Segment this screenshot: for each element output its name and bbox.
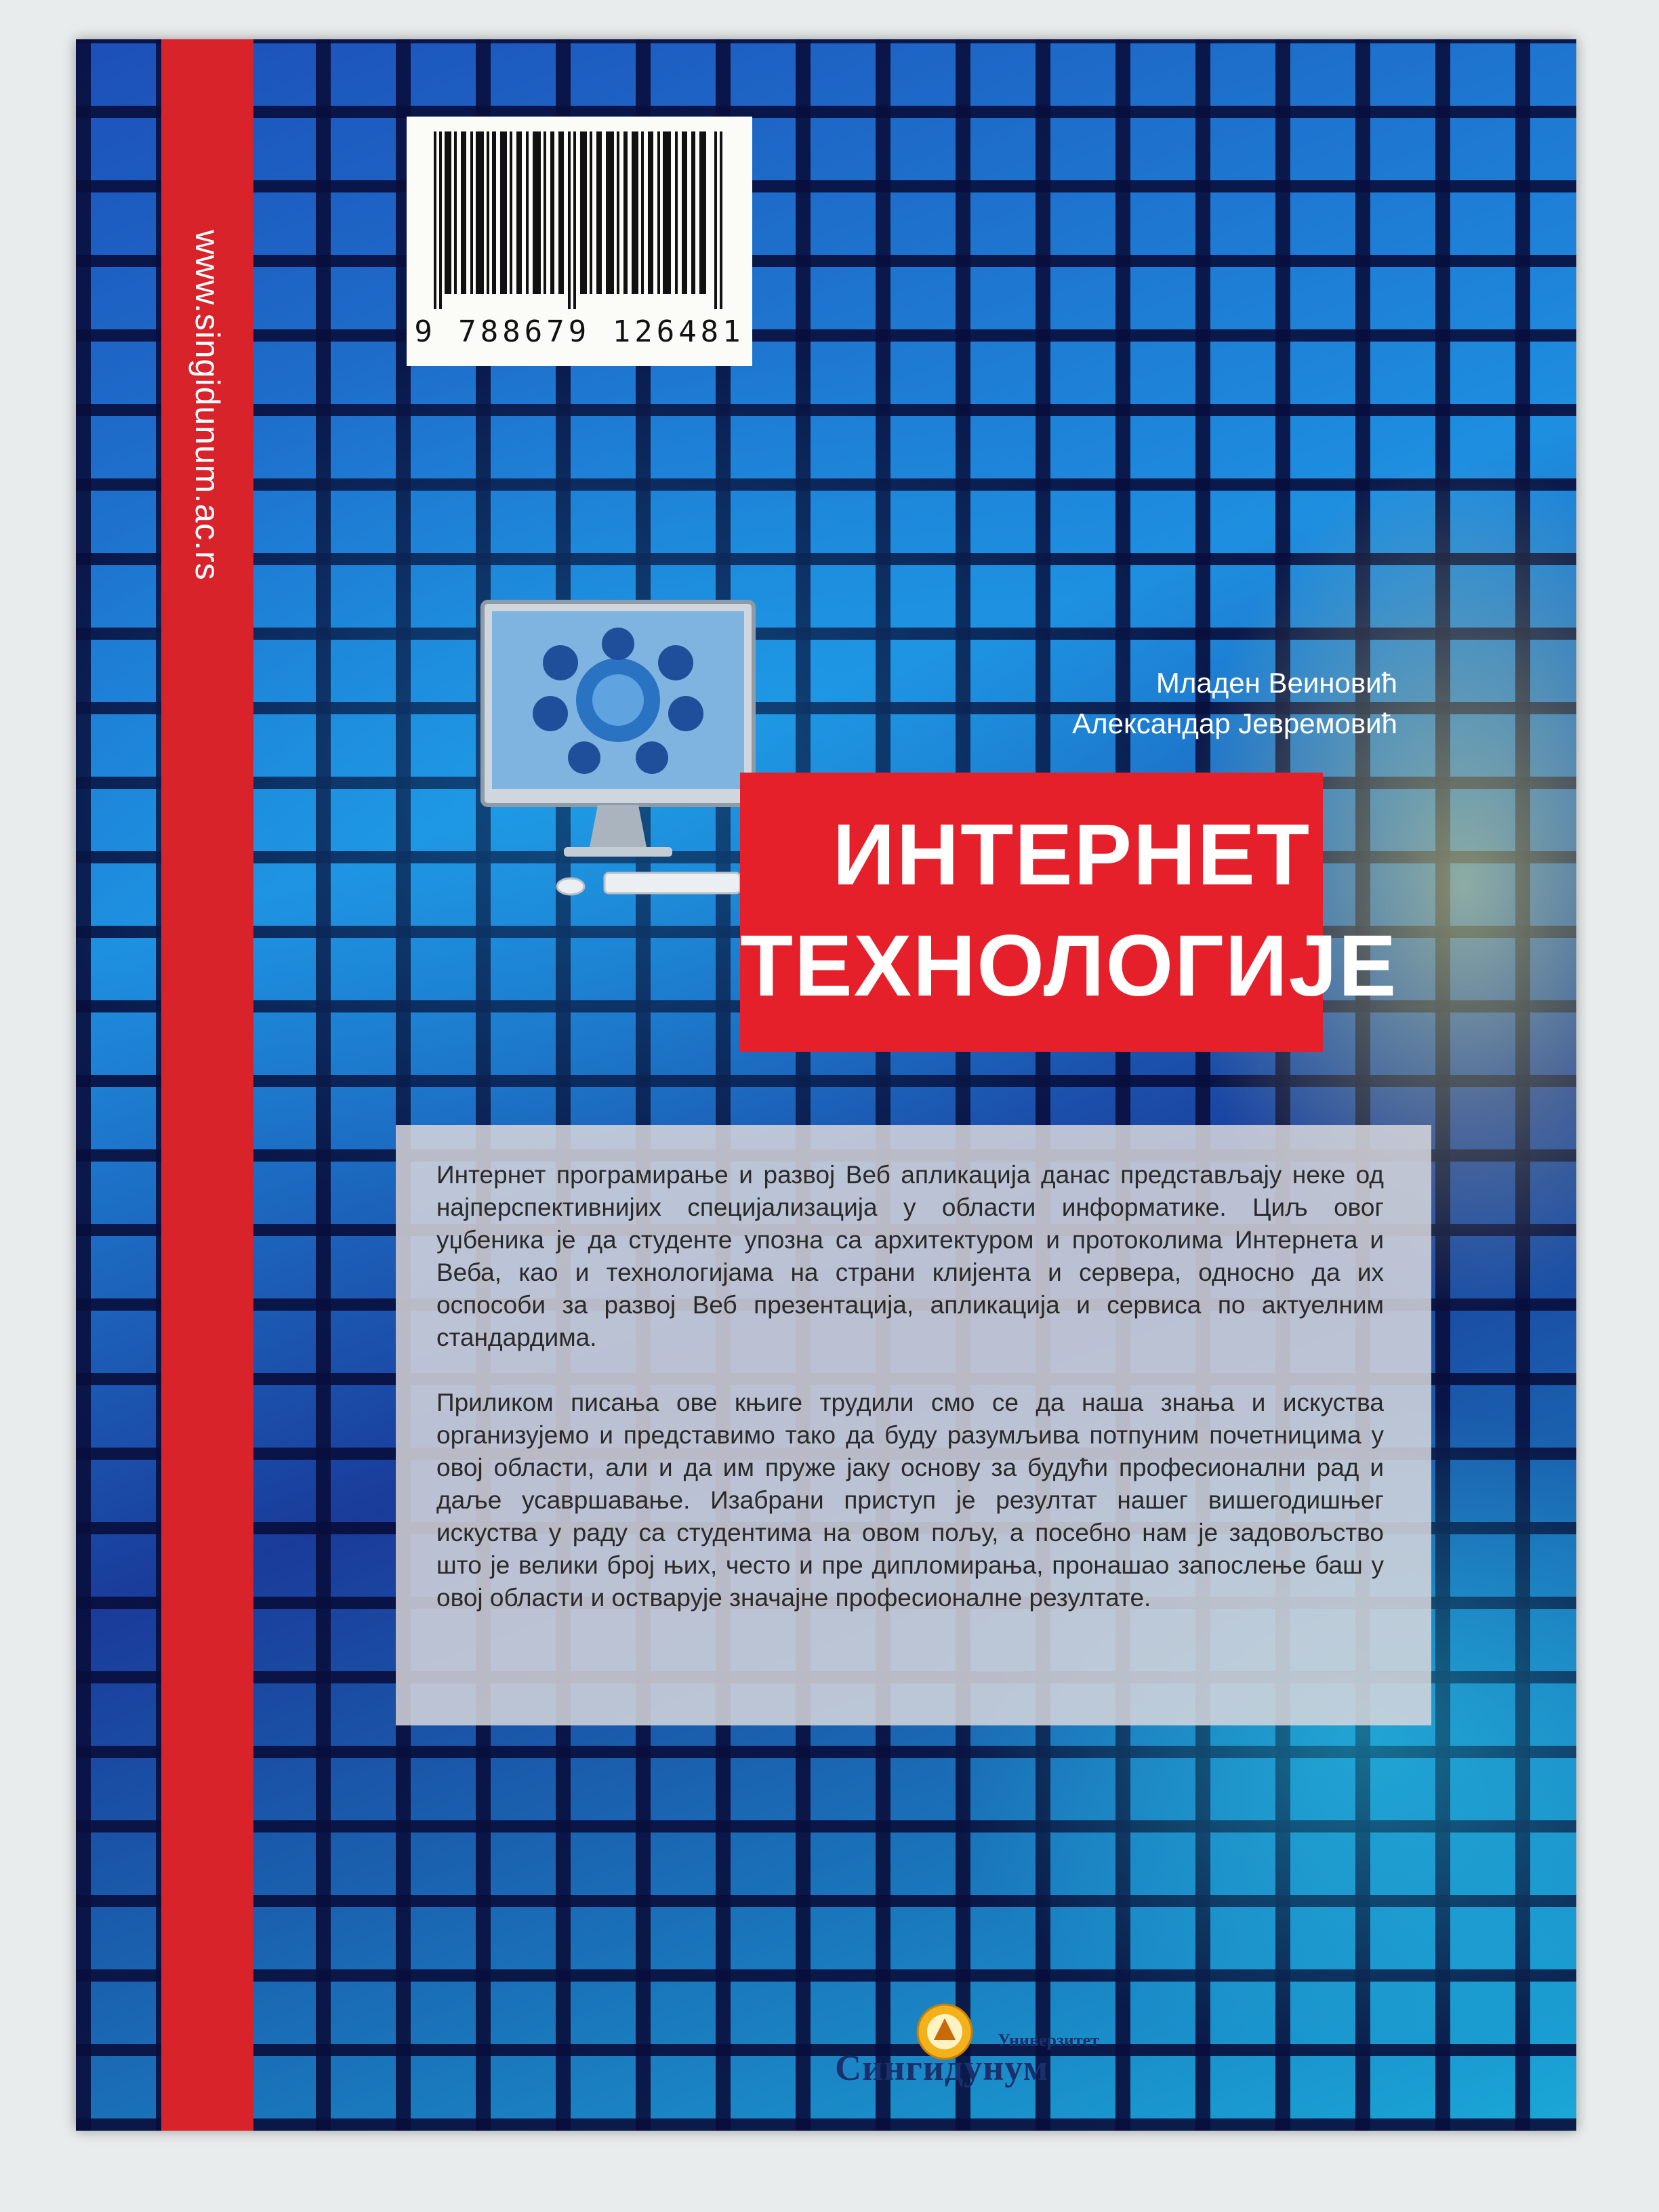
book-title: ИНТЕРНЕТ ТЕХНОЛОГИЈЕ [740,800,1398,1022]
barcode-label: 9 788679 126481 [407,117,752,366]
title-line-1: ИНТЕРНЕТ [832,806,1311,903]
author-name: Александар Јевремовић [1072,708,1397,739]
publisher-logo: Универзитет Сингидунум [794,2003,1106,2088]
isbn-number: 9 788679 126481 [414,314,745,349]
barcode-icon [434,131,722,309]
authors-block: Младен Веиновић Александар Јевремовић [869,663,1397,744]
computer-monitor-icon [480,600,756,896]
title-banner: ИНТЕРНЕТ ТЕХНОЛОГИЈЕ [740,773,1398,1052]
website-url: www.singidunum.ac.rs [188,230,226,581]
description-paragraph: Интернет програмирање и развој Веб аплик… [436,1161,1384,1351]
description-panel: Интернет програмирање и развој Веб аплик… [396,1125,1431,1725]
author-name: Младен Веиновић [1155,667,1397,699]
book-back-cover: www.singidunum.ac.rs 9 788679 126481 Мла… [76,39,1576,2131]
publisher-name: Сингидунум [835,2047,1049,2088]
description-paragraph: Приликом писања ове књиге трудили смо се… [436,1389,1384,1612]
title-line-2: ТЕХНОЛОГИЈЕ [740,918,1398,1015]
